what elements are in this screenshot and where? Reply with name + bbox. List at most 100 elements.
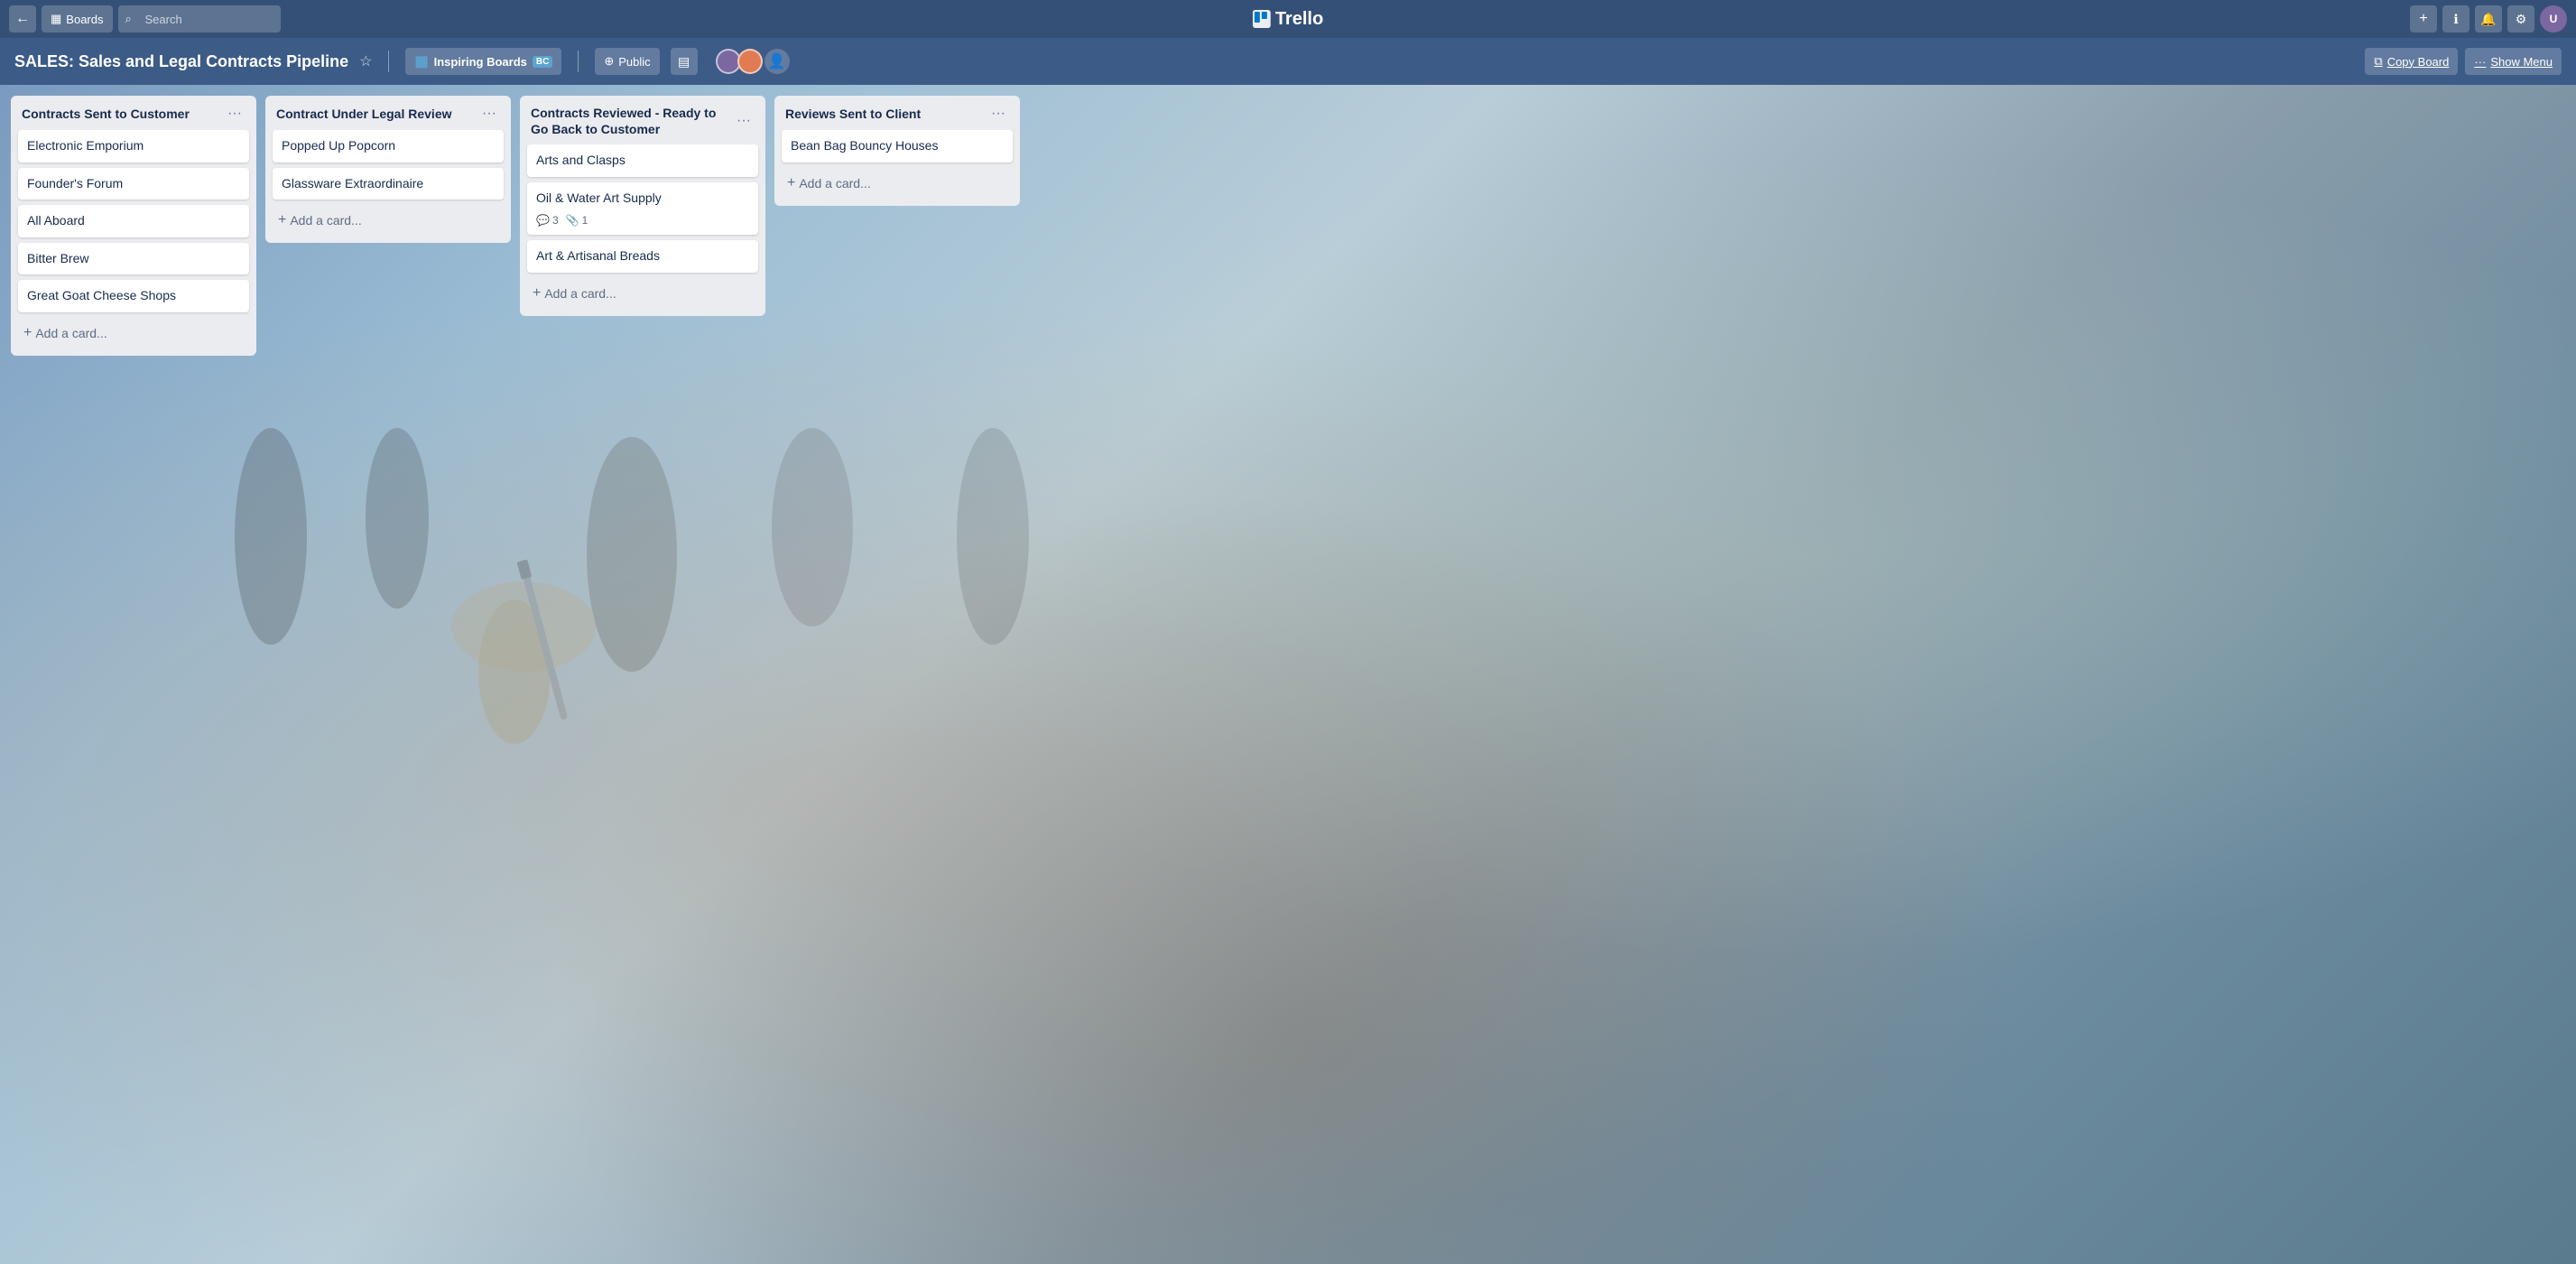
add-card-label: Add a card... [35,326,107,340]
bell-icon: 🔔 [2480,12,2496,27]
card-founders-forum[interactable]: Founder's Forum [18,168,249,200]
card-badges: 💬 3 📎 1 [536,213,749,228]
gear-icon: ⚙ [2516,12,2527,27]
paperclip-icon: 📎 [566,213,579,228]
workspace-name: Inspiring Boards [434,55,527,69]
card-great-goat-cheese[interactable]: Great Goat Cheese Shops [18,280,249,312]
search-input[interactable] [118,5,281,33]
list-1-cards: Electronic Emporium Founder's Forum All … [11,130,256,318]
members-group: 👤 [709,49,790,74]
list-1-menu-button[interactable]: ··· [224,105,246,123]
list-2-menu-button[interactable]: ··· [478,105,500,123]
list-1-header: Contracts Sent to Customer ··· [11,96,256,130]
workspace-icon: ▦ [414,52,428,70]
card-oil-water-art-supply[interactable]: Oil & Water Art Supply 💬 3 📎 1 [527,182,758,235]
boards-button[interactable]: ▦ Boards [42,5,113,33]
card-popped-up-popcorn[interactable]: Popped Up Popcorn [273,130,504,163]
card-all-aboard[interactable]: All Aboard [18,205,249,237]
list-2: Contract Under Legal Review ··· Popped U… [265,96,511,243]
globe-icon: ⊕ [604,54,614,69]
attachment-badge: 📎 1 [566,213,588,228]
card-text: Bitter Brew [27,251,88,265]
board-title: SALES: Sales and Legal Contracts Pipelin… [14,52,348,71]
user-avatar[interactable]: U [2540,5,2567,33]
divider-2 [578,51,579,72]
trello-wordmark: Trello [1275,9,1323,30]
visibility-label: Public [618,55,650,69]
list-3-title: Contracts Reviewed - Ready to Go Back to… [531,105,733,137]
trello-logo-icon [1253,10,1271,28]
list-3-header: Contracts Reviewed - Ready to Go Back to… [520,96,765,144]
card-text: Popped Up Popcorn [282,138,395,153]
boards-icon: ▦ [51,12,61,26]
card-bean-bag-bouncy-houses[interactable]: Bean Bag Bouncy Houses [782,130,1013,163]
add-card-label: Add a card... [799,176,870,191]
topbar-right: + ℹ 🔔 ⚙ U [2410,5,2567,33]
divider-1 [388,51,389,72]
notification-button[interactable]: 🔔 [2475,5,2502,33]
topbar-left: ← ▦ Boards ⌕ [9,5,281,33]
list-4-add-card-button[interactable]: + Add a card... [778,168,1016,199]
card-bitter-brew[interactable]: Bitter Brew [18,243,249,275]
lists-container: Contracts Sent to Customer ··· Electroni… [0,85,2576,1264]
add-member-button[interactable]: 👤 [764,49,790,74]
list-2-add-card-button[interactable]: + Add a card... [269,205,507,236]
workspace-badge[interactable]: ▦ Inspiring Boards BC [405,48,561,75]
boards-label: Boards [66,13,103,26]
list-1: Contracts Sent to Customer ··· Electroni… [11,96,256,356]
add-card-icon: + [278,212,286,228]
card-text: Arts and Clasps [536,153,625,167]
back-button[interactable]: ← [9,5,36,33]
comment-icon: 💬 [536,213,550,228]
card-text: Glassware Extraordinaire [282,176,423,191]
comment-count: 3 [552,213,559,228]
list-3-add-card-button[interactable]: + Add a card... [524,278,762,309]
show-menu-label: Show Menu [2490,55,2553,69]
add-button[interactable]: + [2410,5,2437,33]
copy-board-button[interactable]: ⧉ Copy Board [2365,48,2458,75]
workspace-code: BC [533,56,552,68]
card-text: Electronic Emporium [27,138,144,153]
settings-button[interactable]: ⚙ [2507,5,2534,33]
list-2-title: Contract Under Legal Review [276,106,478,122]
archive-button[interactable]: ▤ [671,48,698,75]
add-card-icon: + [787,175,795,191]
copy-board-label: Copy Board [2387,55,2450,69]
add-member-icon: 👤 [768,52,786,70]
board-background: Contracts Sent to Customer ··· Electroni… [0,85,2576,1264]
board-header: SALES: Sales and Legal Contracts Pipelin… [0,38,2576,85]
list-3-menu-button[interactable]: ··· [733,112,755,130]
board-header-right: ⧉ Copy Board ··· Show Menu [2365,48,2562,75]
add-card-label: Add a card... [290,213,361,228]
list-2-cards: Popped Up Popcorn Glassware Extraordinai… [265,130,511,205]
search-wrapper: ⌕ [118,5,281,33]
add-card-icon: + [23,325,32,341]
card-text: Founder's Forum [27,176,123,191]
add-card-icon: + [533,285,541,302]
card-arts-and-clasps[interactable]: Arts and Clasps [527,144,758,177]
list-4-cards: Bean Bag Bouncy Houses [774,130,1020,168]
add-card-label: Add a card... [544,286,616,301]
info-button[interactable]: ℹ [2442,5,2469,33]
list-1-add-card-button[interactable]: + Add a card... [14,318,253,349]
visibility-badge[interactable]: ⊕ Public [595,48,659,75]
attachment-count: 1 [582,213,588,228]
card-text: Great Goat Cheese Shops [27,288,176,302]
card-electronic-emporium[interactable]: Electronic Emporium [18,130,249,163]
star-icon[interactable]: ☆ [359,52,372,70]
card-text: All Aboard [27,213,85,228]
list-4: Reviews Sent to Client ··· Bean Bag Boun… [774,96,1020,206]
list-4-header: Reviews Sent to Client ··· [774,96,1020,130]
card-glassware[interactable]: Glassware Extraordinaire [273,168,504,200]
topbar-center: Trello [1253,9,1323,30]
list-4-menu-button[interactable]: ··· [987,105,1009,123]
card-text: Bean Bag Bouncy Houses [791,138,938,153]
member-avatar-2[interactable] [737,49,763,74]
card-art-artisanal-breads[interactable]: Art & Artisanal Breads [527,240,758,273]
avatar-initials: U [2550,13,2558,25]
card-text: Art & Artisanal Breads [536,248,660,263]
show-menu-button[interactable]: ··· Show Menu [2465,48,2562,75]
topbar: ← ▦ Boards ⌕ Trello + ℹ 🔔 [0,0,2576,38]
list-3-cards: Arts and Clasps Oil & Water Art Supply 💬… [520,144,765,278]
comment-badge: 💬 3 [536,213,559,228]
